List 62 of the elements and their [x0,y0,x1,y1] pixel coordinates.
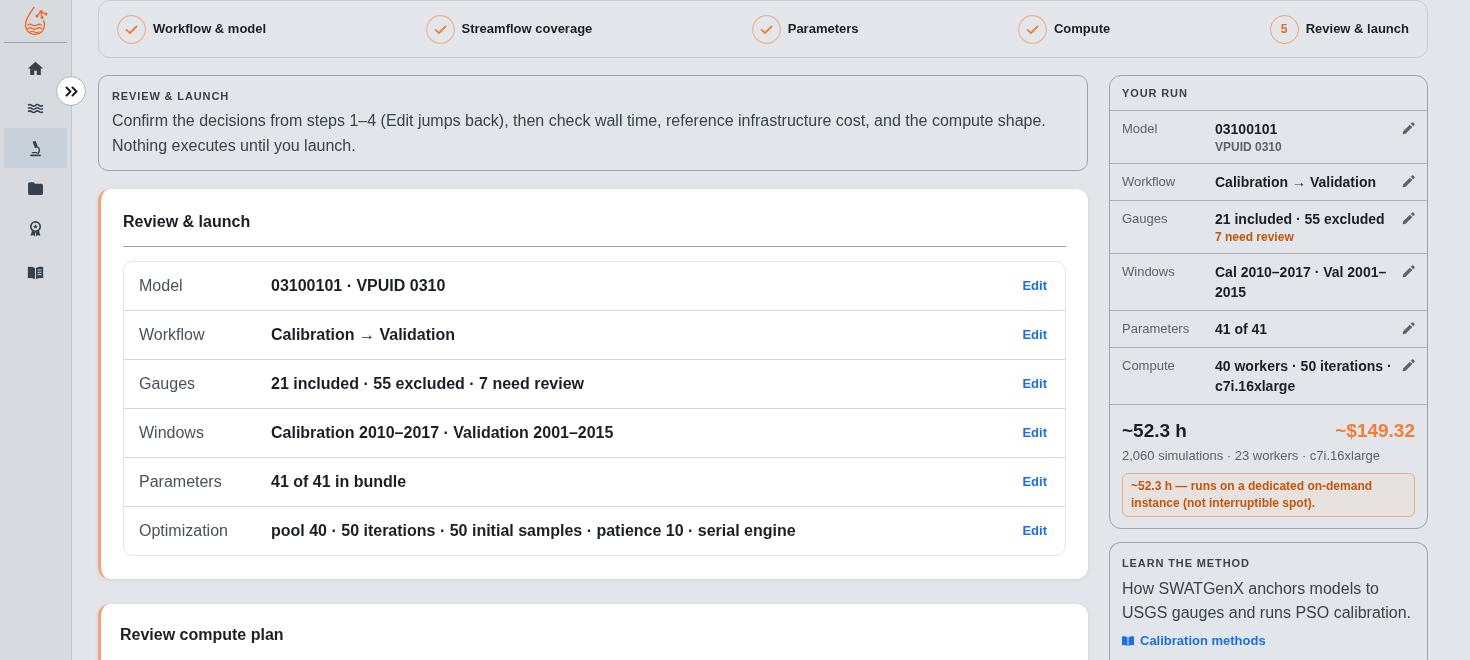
home-icon [27,59,44,77]
row-label: Windows [139,423,205,443]
pencil-icon[interactable] [1402,322,1415,335]
row-label: Workflow [1122,173,1177,191]
row-value: 41 of 41 in bundle [271,472,408,492]
row-label: Compute [1122,357,1176,375]
edit-link[interactable]: Edit [1022,374,1047,394]
row-value: 21 included · 55 excluded [1215,210,1386,229]
calibration-methods-link[interactable]: Calibration methods [1122,633,1266,649]
cost-estimate: ~$149.32 [1335,419,1415,443]
pencil-icon[interactable] [1402,212,1415,225]
row-label: Model [1122,120,1159,138]
row-value: Calibration → Validation [1215,173,1378,192]
edit-link[interactable]: Edit [1022,472,1047,492]
card-title: Review & launch [123,212,252,232]
instance-notice: ~52.3 h — runs on a dedicated on-demand instance (not interruptible spot). [1122,473,1415,517]
review-warning: 7 need review [1215,229,1295,245]
step-label: Streamflow coverage [461,20,593,39]
book-icon [1122,636,1134,646]
row-label: Gauges [139,374,197,394]
row-label: Parameters [139,472,223,492]
row-label: Workflow [139,325,206,345]
row-label: Model [139,276,184,296]
pencil-icon[interactable] [1402,359,1415,372]
pencil-icon[interactable] [1402,175,1415,188]
row-value: Calibration → Validation [271,325,457,345]
row-label: Windows [1122,263,1176,281]
row-value: 03100101 [1215,120,1279,139]
intro-heading: REVIEW & LAUNCH [112,89,231,104]
microscope-icon [27,139,44,157]
pencil-icon[interactable] [1402,122,1415,135]
row-value: Cal 2010–2017 · Val 2001–2015 [1215,263,1388,302]
row-label: Parameters [1122,320,1191,338]
step-label: Parameters [787,20,859,39]
row-label: Gauges [1122,210,1169,228]
row-label: Optimization [139,521,229,541]
edit-link[interactable]: Edit [1022,521,1047,541]
droplet-logo-icon [22,5,49,37]
pencil-icon[interactable] [1402,265,1415,278]
folder-icon [27,179,44,197]
edit-link[interactable]: Edit [1022,325,1047,345]
run-details: 2,060 simulations · 23 workers · c7i.16xlarge [1122,447,1381,465]
row-subtext: VPUID 0310 [1215,139,1283,155]
edit-link[interactable]: Edit [1022,276,1047,296]
row-value: 03100101 · VPUID 0310 [271,276,447,296]
edit-link[interactable]: Edit [1022,423,1047,443]
row-value: 41 of 41 [1215,320,1269,339]
step-label: Compute [1053,20,1111,39]
step-label: Review & launch [1305,20,1409,39]
award-ribbon-icon [27,219,44,237]
duration-estimate: ~52.3 h [1122,419,1187,443]
row-value: Calibration 2010–2017 · Validation 2001–2015 [271,423,615,443]
double-chevron-icon [64,85,78,97]
row-value: 40 workers · 50 iterations · c7i.16xlarge [1215,357,1393,396]
card-title: Review compute plan [120,625,285,645]
learn-text: How SWATGenX anchors models to USGS gauges and runs PSO calibration. [1122,579,1413,623]
row-value: 21 included · 55 excluded · 7 need review [271,374,585,394]
panel-heading: YOUR RUN [1122,86,1189,101]
step-label: Workflow & model [153,20,267,39]
row-value: pool 40 · 50 iterations · 50 initial samples · patience 10 · serial engine [271,521,797,541]
panel-heading: LEARN THE METHOD [1122,556,1251,571]
intro-text: Confirm the decisions from steps 1–4 (Edit jumps back), then check wall time, reference infrastructure cost, and the compute shape. Nothing executes until you launch. [112,111,1047,156]
